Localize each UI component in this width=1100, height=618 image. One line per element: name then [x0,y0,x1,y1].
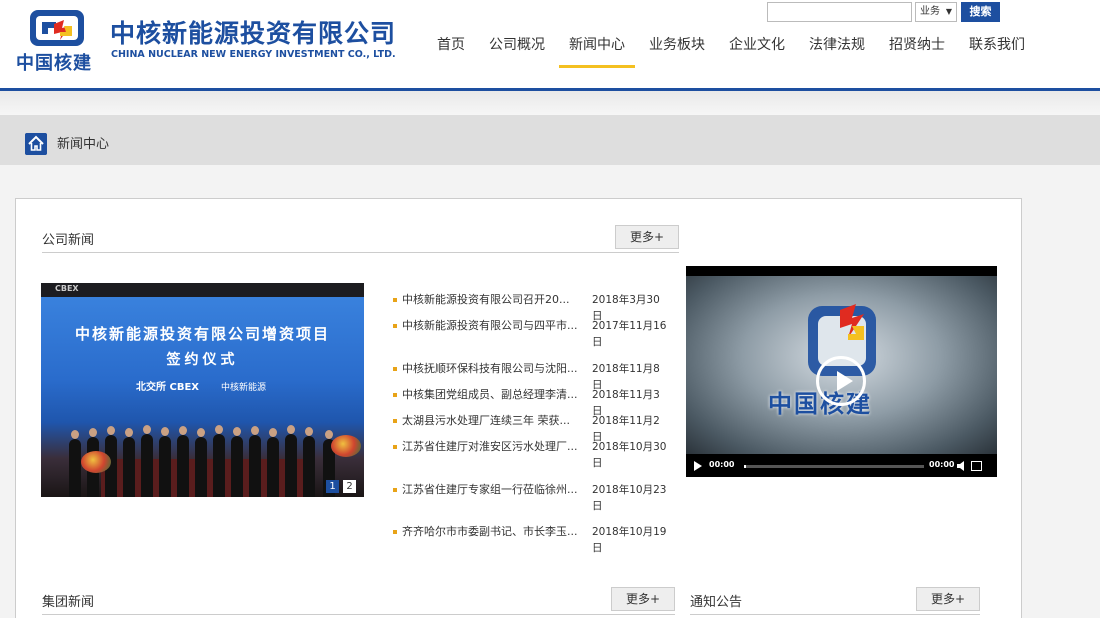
video-frame: 中国核建 [686,276,997,454]
news-title[interactable]: 中核新能源投资有限公司与四平市... [402,318,590,334]
bullet-icon [393,367,397,371]
video-progress-bar[interactable] [744,465,924,468]
bullet-icon [393,419,397,423]
nav-news-center[interactable]: 新闻中心 [557,36,637,68]
news-photo-carousel[interactable]: CBEX 中核新能源投资有限公司增资项目 签约仪式 北交所 CBEX 中核新能源… [41,283,364,497]
news-item[interactable]: 江苏省住建厅对淮安区污水处理厂... 2018年10月30日 [393,439,679,479]
company-news-title: 公司新闻 [42,233,95,248]
site-header: 中国核建 中核新能源投资有限公司 CHINA NUCLEAR NEW ENERG… [0,0,1100,88]
video-controls: 00:00 00:00 [686,456,997,477]
bullet-icon [393,530,397,534]
logo-brand-text: 中国核建 [16,53,92,74]
video-time-total: 00:00 [929,460,955,469]
photo-people [61,413,361,497]
news-title[interactable]: 江苏省住建厅专家组一行莅临徐州... [402,482,590,498]
news-date: 2018年10月19日 [592,526,667,554]
news-date: 2018年10月23日 [592,484,667,512]
bullet-icon [393,488,397,492]
search-category-value: 业务 [920,6,940,17]
notices-title: 通知公告 [690,595,743,610]
photo-logo-cbex: 北交所 CBEX [136,382,199,393]
group-news-header: 集团新闻 更多+ [42,587,675,615]
dropdown-arrow-icon: ▼ [945,7,952,16]
carousel-page-1[interactable]: 1 [326,480,339,493]
video-player[interactable]: 中国核建 00:00 00:00 [686,266,997,477]
news-date: 2018年10月30日 [592,441,667,469]
company-name-en: CHINA NUCLEAR NEW ENERGY INVESTMENT CO.,… [111,49,396,60]
video-progress-fill [744,465,746,468]
company-logo-icon[interactable] [28,8,86,48]
notices-more-button[interactable]: 更多+ [916,587,980,611]
news-title[interactable]: 江苏省住建厅对淮安区污水处理厂... [402,439,590,455]
notices-header: 通知公告 更多+ [690,587,980,615]
news-title[interactable]: 齐齐哈尔市市委副书记、市长李玉... [402,524,590,540]
photo-top-text: CBEX [55,284,79,293]
company-name-cn: 中核新能源投资有限公司 [110,19,397,48]
nav-home[interactable]: 首页 [425,36,477,68]
group-news-title: 集团新闻 [42,595,95,610]
bullet-icon [393,298,397,302]
photo-banner-line2: 签约仪式 [166,352,239,368]
company-news-more-button[interactable]: 更多+ [615,225,679,249]
group-news-more-button[interactable]: 更多+ [611,587,675,611]
news-title[interactable]: 中核新能源投资有限公司召开20... [402,292,590,308]
bullet-icon [393,393,397,397]
news-item[interactable]: 齐齐哈尔市市委副书记、市长李玉... 2018年10月19日 [393,524,679,564]
search-input[interactable] [767,2,912,22]
news-item[interactable]: 江苏省住建厅专家组一行莅临徐州... 2018年10月23日 [393,482,679,522]
news-date: 2017年11月16日 [592,320,667,348]
nav-contact[interactable]: 联系我们 [957,36,1037,68]
bullet-icon [393,324,397,328]
news-title[interactable]: 中核集团党组成员、副总经理李清... [402,387,590,403]
nav-law[interactable]: 法律法规 [797,36,877,68]
photo-top-strip: CBEX [41,283,364,297]
photo-banner-line1: 中核新能源投资有限公司增资项目 [74,325,330,343]
carousel-page-2[interactable]: 2 [343,480,356,493]
photo-logos: 北交所 CBEX 中核新能源 [41,378,364,400]
company-news-header: 公司新闻 更多+ [42,225,679,253]
control-play-icon[interactable] [694,461,702,471]
play-icon[interactable] [816,356,866,406]
news-title[interactable]: 太湖县污水处理厂连续三年 荣获... [402,413,590,429]
photo-logo-cnne: 中核新能源 [221,383,267,393]
breadcrumb: 新闻中心 [0,115,1100,165]
volume-icon[interactable] [957,461,967,471]
news-item[interactable]: 中核新能源投资有限公司与四平市... 2017年11月16日 [393,318,679,358]
search-button[interactable]: 搜索 [961,2,1000,22]
video-time-current: 00:00 [709,460,735,469]
news-title[interactable]: 中核抚顺环保科技有限公司与沈阳... [402,361,590,377]
header-shadow [0,91,1100,115]
home-icon[interactable] [25,133,47,155]
nav-company-overview[interactable]: 公司概况 [477,36,557,68]
bullet-icon [393,445,397,449]
nav-culture[interactable]: 企业文化 [717,36,797,68]
breadcrumb-label: 新闻中心 [57,137,110,152]
fullscreen-icon[interactable] [971,461,982,471]
search-category-select[interactable]: 业务 ▼ [915,2,957,22]
main-nav: 首页 公司概况 新闻中心 业务板块 企业文化 法律法规 招贤纳士 联系我们 [425,36,1037,68]
nav-business[interactable]: 业务板块 [637,36,717,68]
nav-recruitment[interactable]: 招贤纳士 [877,36,957,68]
